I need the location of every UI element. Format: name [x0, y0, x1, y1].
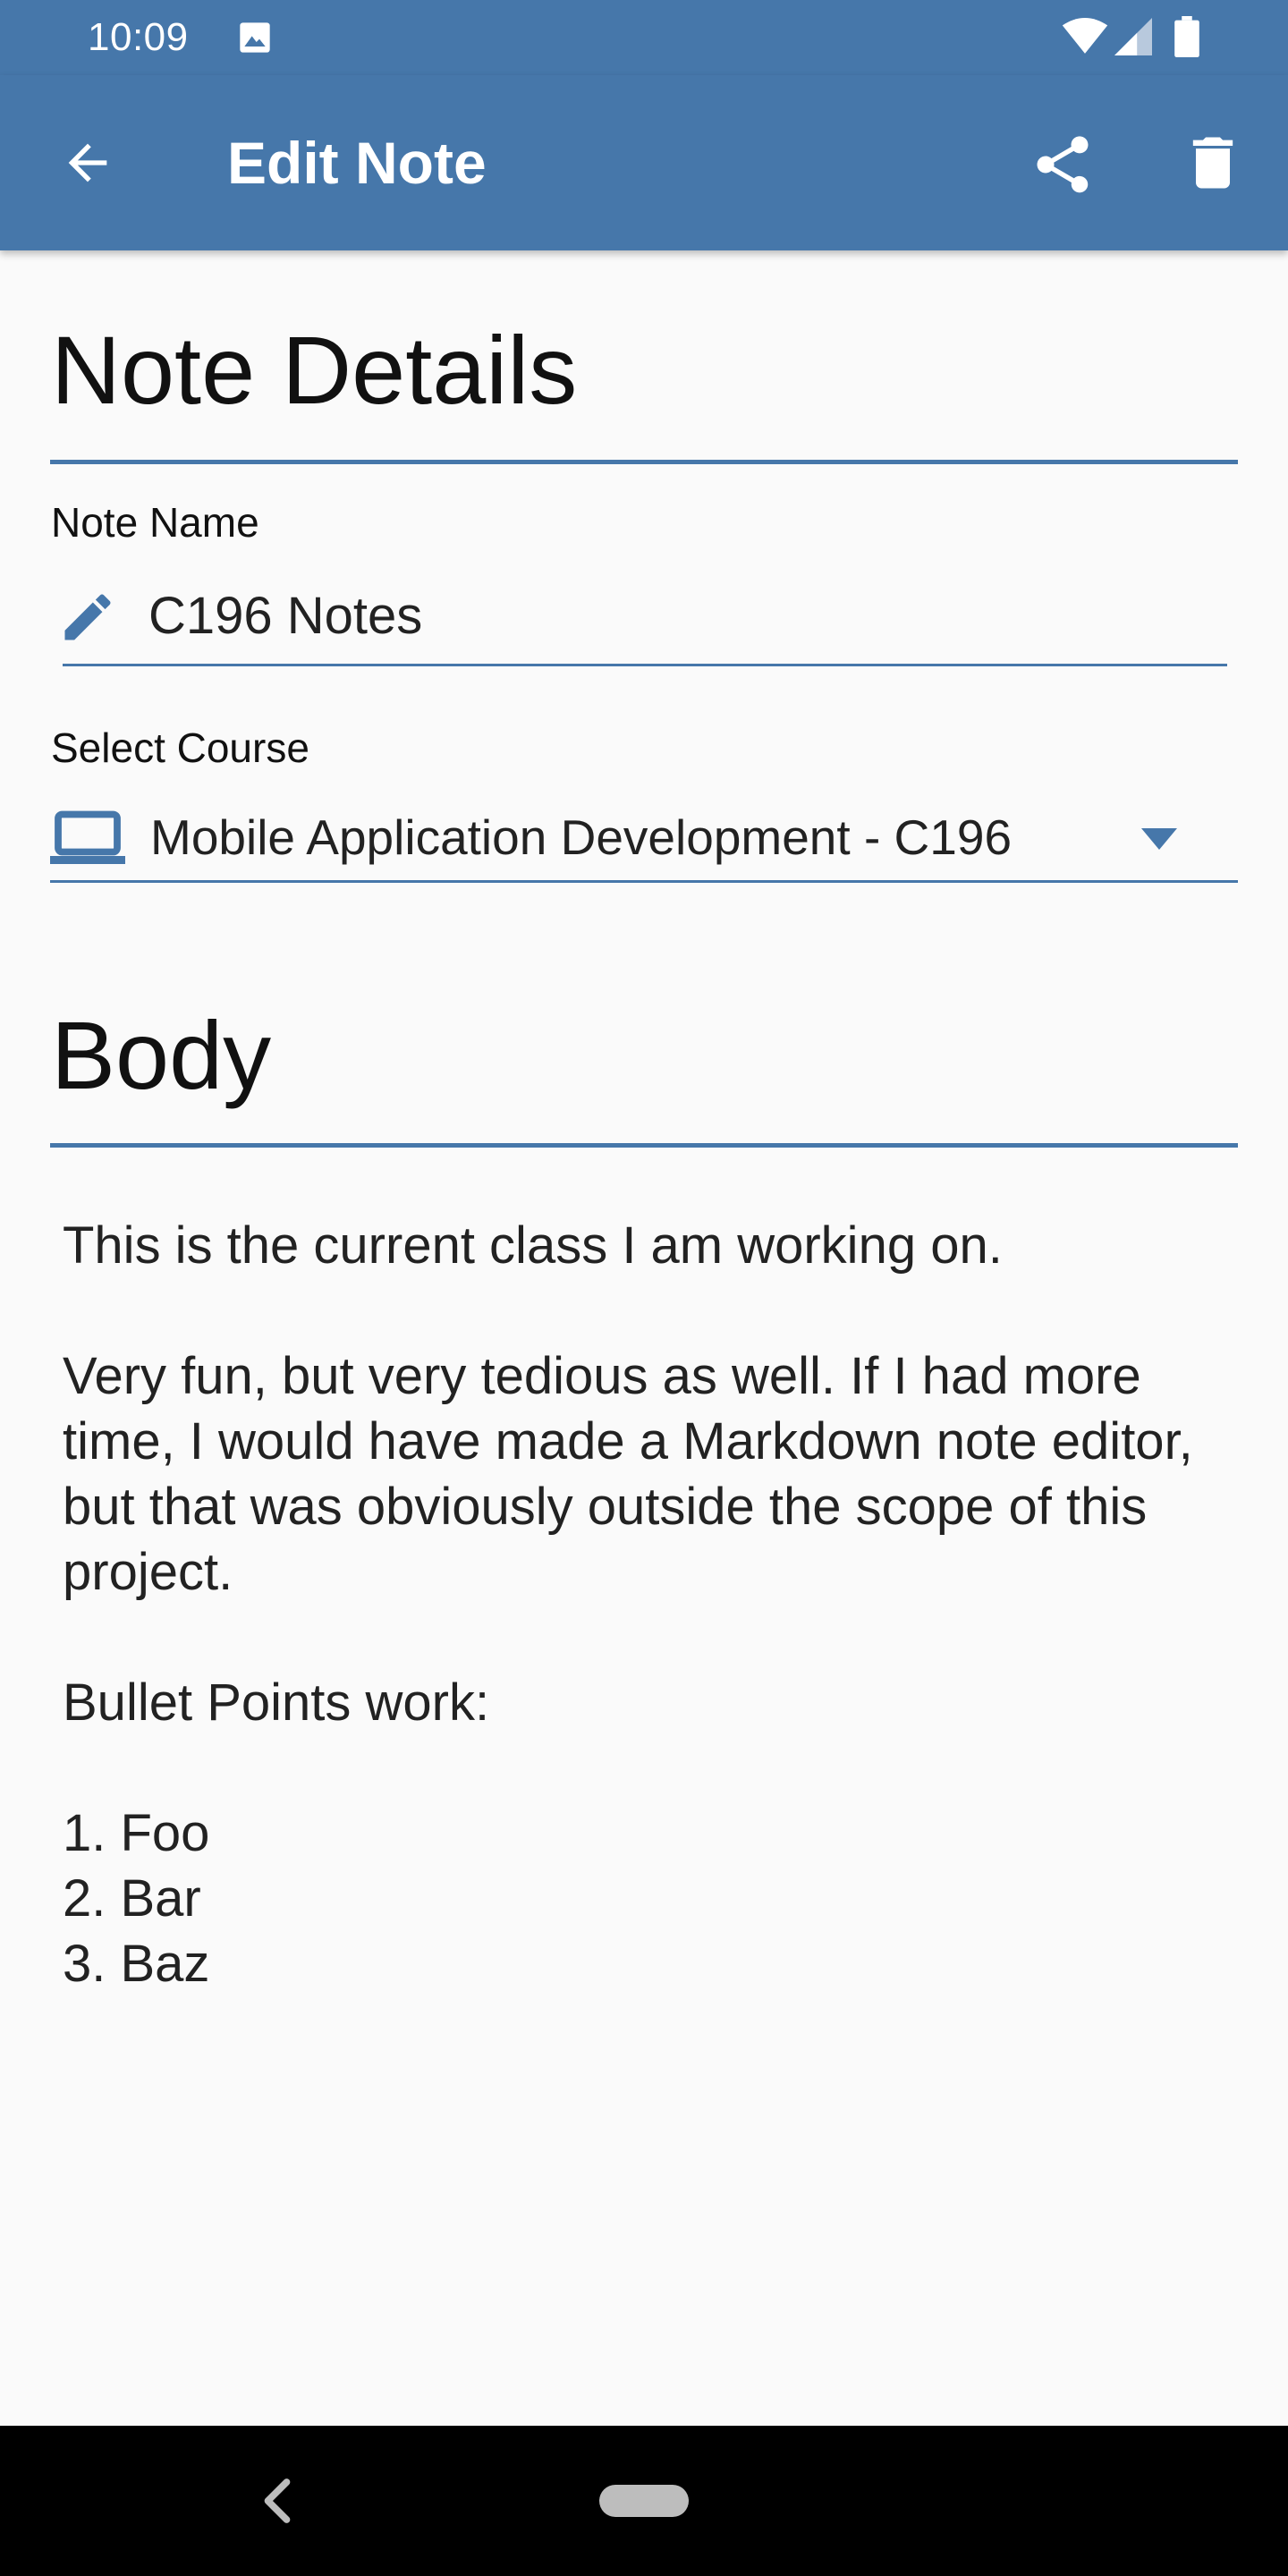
laptop-icon [50, 810, 125, 864]
status-bar: 10:09 [0, 0, 1288, 75]
navigation-bar [0, 2426, 1288, 2576]
note-details-divider [50, 460, 1238, 464]
note-name-label: Note Name [51, 499, 259, 546]
signal-icon [1114, 18, 1152, 55]
course-select[interactable]: Mobile Application Development - C196 [50, 787, 1238, 886]
share-icon [1037, 136, 1089, 193]
note-body-text[interactable]: This is the current class I am working o… [63, 1213, 1225, 1996]
page-title: Edit Note [227, 130, 487, 196]
back-button[interactable] [50, 125, 125, 200]
nav-home-button[interactable] [599, 2485, 689, 2517]
image-notification-icon [240, 22, 270, 53]
select-course-label: Select Course [51, 724, 309, 771]
note-name-field [50, 564, 1227, 669]
note-details-heading: Note Details [51, 316, 578, 424]
trash-icon [1192, 137, 1233, 189]
body-heading: Body [51, 1001, 272, 1109]
body-divider [50, 1143, 1238, 1148]
pencil-icon [64, 594, 111, 640]
battery-icon [1174, 16, 1199, 57]
delete-button[interactable] [1175, 125, 1250, 200]
selected-course: Mobile Application Development - C196 [150, 809, 1013, 865]
nav-back-icon[interactable] [259, 2476, 295, 2526]
share-button[interactable] [1025, 127, 1100, 202]
note-name-underline [63, 664, 1227, 666]
status-time: 10:09 [88, 15, 189, 59]
back-arrow-icon [68, 143, 107, 182]
wifi-icon [1062, 18, 1108, 54]
course-select-underline [50, 880, 1238, 883]
app-bar: Edit Note [0, 75, 1288, 250]
note-name-input[interactable] [148, 580, 1204, 651]
chevron-down-icon [1141, 828, 1177, 850]
